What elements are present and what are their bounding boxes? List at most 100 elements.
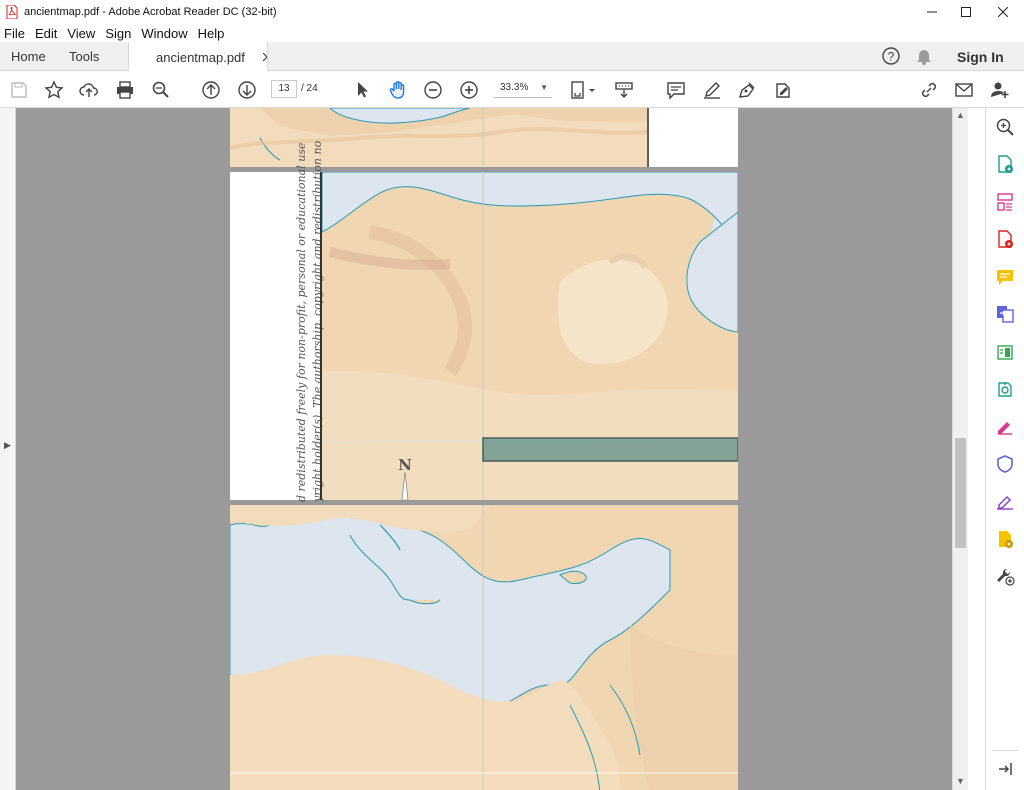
page-number-input[interactable]: 13 xyxy=(271,80,297,98)
copyright-text-line-1: d redistributed freely for non-profit, p… xyxy=(295,142,308,502)
minimize-icon xyxy=(927,11,937,13)
next-page-button[interactable] xyxy=(234,77,260,103)
edit-pdf-icon xyxy=(997,345,1013,360)
create-pdf-icon xyxy=(998,230,1013,248)
vertical-scrollbar[interactable]: ▲ ▼ xyxy=(952,108,968,790)
star-icon xyxy=(44,80,64,99)
select-tool-button[interactable] xyxy=(349,77,375,103)
zoom-level-select[interactable]: 33.3% ▼ xyxy=(494,80,552,98)
menu-bar: File Edit View Sign Window Help xyxy=(0,24,1024,42)
cursor-arrow-icon xyxy=(358,82,368,98)
copyright-divider xyxy=(320,172,322,500)
print-button[interactable] xyxy=(112,77,138,103)
plus-circle-icon xyxy=(460,81,478,99)
scroll-mode-button[interactable] xyxy=(611,77,637,103)
upload-button[interactable] xyxy=(76,77,102,103)
share-link-button[interactable] xyxy=(916,77,942,103)
create-pdf-tool[interactable] xyxy=(994,228,1016,250)
scroll-down-icon[interactable]: ▼ xyxy=(956,776,965,786)
help-icon[interactable]: ? xyxy=(881,46,901,66)
maximize-icon xyxy=(961,7,971,17)
menu-view[interactable]: View xyxy=(67,26,95,41)
sign-in-button[interactable]: Sign In xyxy=(957,42,1004,71)
find-button[interactable] xyxy=(148,77,174,103)
map-page-bottom xyxy=(230,505,738,790)
organize-pages-tool[interactable] xyxy=(994,191,1016,213)
shield-icon xyxy=(997,455,1013,473)
left-panel-toggle[interactable]: ▶ xyxy=(0,108,16,790)
save-button[interactable] xyxy=(6,77,32,103)
bell-icon[interactable] xyxy=(915,47,933,65)
cloud-upload-icon xyxy=(79,83,98,97)
chevron-down-icon: ▼ xyxy=(540,83,548,92)
pen-nib-icon xyxy=(739,82,755,98)
tab-tools[interactable]: Tools xyxy=(69,42,99,71)
page-total: / 24 xyxy=(301,83,318,94)
edit-pdf-tool[interactable] xyxy=(994,341,1016,363)
minimize-button[interactable] xyxy=(913,0,951,24)
collapse-right-icon xyxy=(999,763,1012,775)
menu-sign[interactable]: Sign xyxy=(105,26,131,41)
menu-help[interactable]: Help xyxy=(198,26,225,41)
zoom-out-button[interactable] xyxy=(420,77,446,103)
arrow-down-circle-icon xyxy=(238,81,256,99)
close-icon xyxy=(998,7,1008,17)
envelope-icon xyxy=(955,83,973,97)
bookmark-button[interactable] xyxy=(41,77,67,103)
request-signature-tool[interactable] xyxy=(994,490,1016,512)
tab-home[interactable]: Home xyxy=(11,42,46,71)
collapse-panel-button[interactable] xyxy=(994,758,1016,780)
expand-right-icon: ▶ xyxy=(4,440,11,450)
protect-tool[interactable] xyxy=(994,453,1016,475)
combine-files-tool[interactable] xyxy=(994,303,1016,325)
maximize-button[interactable] xyxy=(947,0,985,24)
hand-icon xyxy=(389,81,405,99)
acrobat-pdf-icon xyxy=(6,5,18,19)
menu-window[interactable]: Window xyxy=(141,26,187,41)
export-pdf-tool[interactable] xyxy=(994,153,1016,175)
menu-edit[interactable]: Edit xyxy=(35,26,57,41)
page-fit-button[interactable] xyxy=(566,77,600,103)
zoom-level-value: 33.3% xyxy=(500,82,529,93)
email-button[interactable] xyxy=(951,77,977,103)
fill-sign-button[interactable] xyxy=(770,77,796,103)
send-for-review-tool[interactable] xyxy=(994,378,1016,400)
add-user-button[interactable] xyxy=(987,77,1013,103)
pen-icon xyxy=(704,82,720,99)
window-title: ancientmap.pdf - Adobe Acrobat Reader DC… xyxy=(24,6,277,18)
organize-pages-icon xyxy=(997,193,1013,211)
add-user-icon xyxy=(991,82,1009,98)
tab-document[interactable]: ancientmap.pdf xyxy=(128,42,268,72)
fill-and-sign-tool[interactable] xyxy=(994,415,1016,437)
zoom-in-button[interactable] xyxy=(456,77,482,103)
scroll-up-icon[interactable]: ▲ xyxy=(956,110,965,120)
scroll-thumb[interactable] xyxy=(955,438,966,548)
map-tile-bottom xyxy=(230,505,738,790)
tab-bar: Home Tools ancientmap.pdf ? Sign In xyxy=(0,42,1024,72)
tab-document-label: ancientmap.pdf xyxy=(156,49,245,65)
prepare-form-tool[interactable] xyxy=(994,528,1016,550)
review-share-icon xyxy=(998,382,1012,397)
keyboard-scroll-icon xyxy=(615,82,633,98)
hand-tool-button[interactable] xyxy=(385,77,411,103)
document-viewer[interactable]: N d redistributed freely for non-profit,… xyxy=(16,108,952,790)
sign-document-icon xyxy=(776,83,790,98)
draw-button[interactable] xyxy=(734,77,760,103)
previous-page-button[interactable] xyxy=(198,77,224,103)
zoom-search-icon xyxy=(996,118,1014,136)
prepare-form-icon xyxy=(999,531,1013,548)
comment-button[interactable] xyxy=(663,77,689,103)
close-button[interactable] xyxy=(984,0,1022,24)
highlight-button[interactable] xyxy=(699,77,725,103)
close-tab-icon[interactable] xyxy=(262,53,267,61)
comment-bubble-icon xyxy=(997,270,1013,285)
enhance-zoom-tool[interactable] xyxy=(994,116,1016,138)
panel-divider xyxy=(992,750,1018,751)
menu-file[interactable]: File xyxy=(4,26,25,41)
sign-pen-icon xyxy=(998,422,1012,435)
magnifier-icon xyxy=(152,81,169,98)
comment-tool[interactable] xyxy=(994,266,1016,288)
save-icon xyxy=(11,82,27,98)
more-tools[interactable] xyxy=(994,565,1016,587)
right-tools-panel xyxy=(985,108,1024,790)
